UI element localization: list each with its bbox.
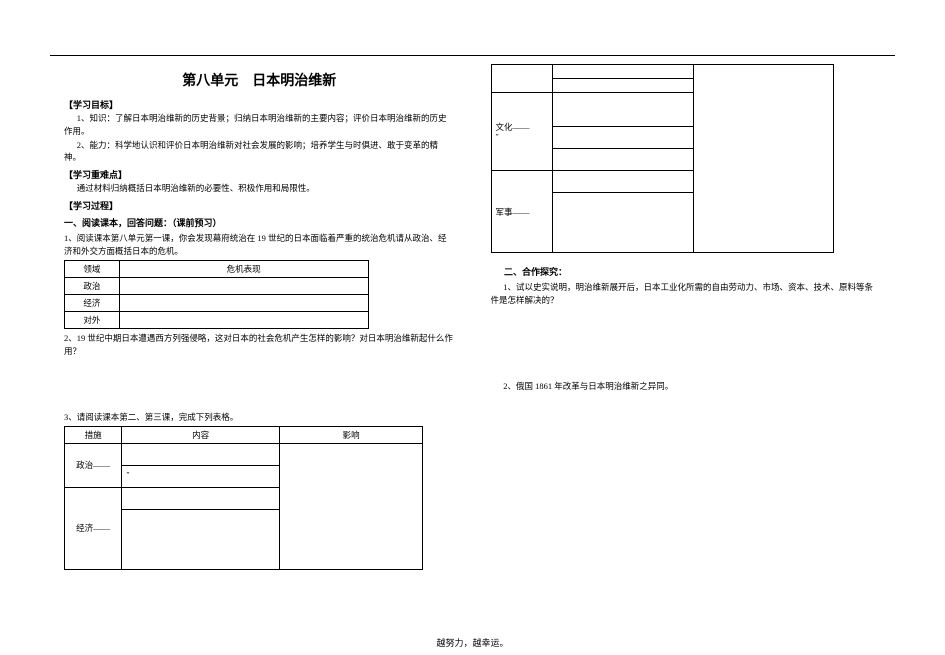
- crisis-row-foreign-cell: [119, 312, 368, 329]
- explore-q1: 1、试以史实说明，明治维新展开后，日本工业化所需的自由劳动力、市场、资本、技术、…: [491, 281, 882, 307]
- crisis-row-economy-cell: [119, 295, 368, 312]
- measures-row-culture-label: 文化—— ”: [491, 93, 553, 171]
- measures-politics-content-1: [122, 443, 280, 465]
- process-heading: 【学习过程】: [64, 199, 455, 212]
- question-2: 2、19 世纪中期日本遭遇西方列强侵略，这对日本的社会危机产生怎样的影响？对日本…: [64, 332, 455, 358]
- measures-row-politics-label: 政治——: [65, 443, 122, 487]
- answer-space-explore-q1: [491, 307, 882, 377]
- measures-blank-content-2: [553, 79, 693, 93]
- measures-culture-content-2: [553, 127, 693, 149]
- crisis-row-politics-cell: [119, 278, 368, 295]
- spacer: [491, 253, 882, 261]
- crisis-row-politics-label: 政治: [65, 278, 120, 295]
- question-1: 1、阅读课本第八单元第一课，你会发现幕府统治在 19 世纪的日本面临着严重的统治…: [64, 232, 455, 258]
- explore-q2: 2、俄国 1861 年改革与日本明治维新之异同。: [491, 380, 882, 393]
- measures-row-military-label: 军事——: [491, 171, 553, 253]
- crisis-table-header-expression: 危机表现: [119, 261, 368, 278]
- measures-header-content: 内容: [122, 426, 280, 443]
- left-column: 第八单元 日本明治维新 【学习目标】 1、知识：了解日本明治维新的历史背景；归纳…: [50, 56, 473, 625]
- section-2-heading: 二、合作探究：: [491, 265, 882, 278]
- measures-row-blank-label: [491, 65, 553, 93]
- objective-1: 1、知识：了解日本明治维新的历史背景；归纳日本明治维新的主要内容；评价日本明治维…: [64, 112, 455, 138]
- measures-culture-content-1: [553, 93, 693, 127]
- page-footer: 越努力，越幸运。: [0, 636, 945, 649]
- quote-mark-culture: ”: [496, 133, 499, 141]
- culture-label-text: 文化——: [496, 122, 530, 132]
- difficulties-text: 通过材料归纳概括日本明治维新的必要性、积极作用和局限性。: [64, 182, 455, 195]
- measures-economy-content-2: [122, 509, 280, 569]
- measures-effect-merged: [279, 443, 422, 569]
- crisis-row-foreign-label: 对外: [65, 312, 120, 329]
- answer-space-q2: [64, 358, 455, 408]
- section-1-heading: 一、阅读课本，回答问题：（课前预习）: [64, 216, 455, 229]
- question-3: 3、请阅读课本第二、第三课，完成下列表格。: [64, 411, 455, 424]
- crisis-table-header-domain: 领域: [65, 261, 120, 278]
- right-column: 文化—— ” 军事—— 二、合作探究： 1、试以史实说明，明治维新展开后，日本工…: [473, 56, 896, 625]
- measures-military-content-2: [553, 193, 693, 253]
- quote-mark: ”: [126, 471, 129, 479]
- page-frame: 第八单元 日本明治维新 【学习目标】 1、知识：了解日本明治维新的历史背景；归纳…: [50, 55, 895, 625]
- measures-table-right: 文化—— ” 军事——: [491, 64, 835, 253]
- measures-row-economy-label: 经济——: [65, 487, 122, 569]
- difficulties-heading: 【学习重难点】: [64, 168, 455, 181]
- two-column-layout: 第八单元 日本明治维新 【学习目标】 1、知识：了解日本明治维新的历史背景；归纳…: [50, 56, 895, 625]
- crisis-row-economy-label: 经济: [65, 295, 120, 312]
- measures-right-effect-merged: [693, 65, 833, 253]
- objectives-heading: 【学习目标】: [64, 98, 455, 111]
- unit-title: 第八单元 日本明治维新: [64, 70, 455, 90]
- measures-culture-content-3: [553, 149, 693, 171]
- measures-blank-content-1: [553, 65, 693, 79]
- objective-2: 2、能力：科学地认识和评价日本明治维新对社会发展的影响；培养学生与时俱进、敢于变…: [64, 139, 455, 165]
- measures-header-effect: 影响: [279, 426, 422, 443]
- measures-economy-content-1: [122, 487, 280, 509]
- measures-table-left: 措施 内容 影响 政治—— ” 经济——: [64, 426, 423, 570]
- crisis-table: 领域 危机表现 政治 经济 对外: [64, 260, 369, 329]
- measures-military-content-1: [553, 171, 693, 193]
- measures-header-measure: 措施: [65, 426, 122, 443]
- measures-politics-content-2: ”: [122, 465, 280, 487]
